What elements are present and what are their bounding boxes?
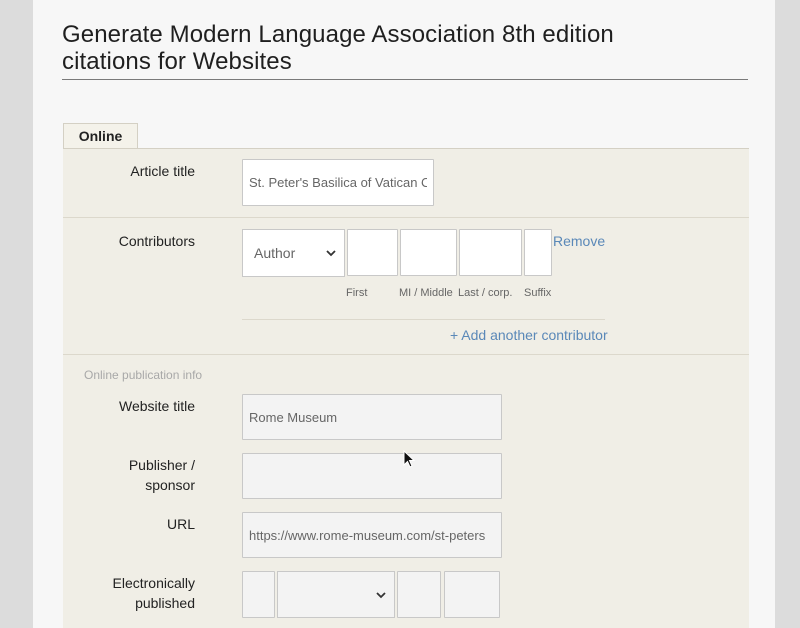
published-time-input[interactable] bbox=[444, 571, 500, 618]
url-label: URL bbox=[166, 516, 195, 532]
electronically-published-label: Electronically published bbox=[63, 573, 195, 613]
published-month-select[interactable] bbox=[277, 571, 395, 618]
publisher-label-line-2: sponsor bbox=[145, 477, 195, 493]
published-year-input[interactable] bbox=[397, 571, 441, 618]
url-input[interactable] bbox=[242, 512, 502, 558]
title-divider bbox=[62, 79, 748, 80]
middle-sublabel: MI / Middle bbox=[399, 287, 453, 299]
publisher-input[interactable] bbox=[242, 453, 502, 499]
add-contributor-link[interactable]: + Add another contributor bbox=[450, 327, 608, 343]
remove-contributor-link[interactable]: Remove bbox=[553, 233, 605, 249]
contributors-label: Contributors bbox=[118, 233, 195, 249]
published-day-input[interactable] bbox=[242, 571, 275, 618]
publisher-label: Publisher / sponsor bbox=[63, 455, 195, 495]
electronically-published-label-line-1: Electronically bbox=[112, 575, 195, 591]
contributor-divider bbox=[242, 319, 605, 320]
article-title-input[interactable] bbox=[242, 159, 434, 206]
first-sublabel: First bbox=[346, 287, 368, 299]
contributor-role-select[interactable]: Author bbox=[242, 229, 345, 277]
page-title: Generate Modern Language Association 8th… bbox=[62, 21, 752, 75]
mouse-pointer-icon bbox=[403, 450, 415, 468]
chevron-down-icon bbox=[326, 250, 336, 257]
page-title-line-1: Generate Modern Language Association 8th… bbox=[62, 21, 614, 48]
publication-info-caption: Online publication info bbox=[84, 368, 203, 382]
section-divider bbox=[63, 354, 749, 355]
tab-online[interactable]: Online bbox=[63, 123, 138, 149]
contributor-suffix-input[interactable] bbox=[524, 229, 552, 276]
section-divider bbox=[63, 217, 749, 218]
citation-page: Generate Modern Language Association 8th… bbox=[33, 0, 775, 628]
contributor-last-input[interactable] bbox=[459, 229, 522, 276]
suffix-sublabel: Suffix bbox=[524, 287, 552, 299]
chevron-down-icon bbox=[376, 591, 386, 598]
website-title-label: Website title bbox=[119, 398, 195, 414]
last-sublabel: Last / corp. bbox=[458, 287, 513, 299]
article-title-label: Article title bbox=[130, 163, 195, 179]
contributor-role-value: Author bbox=[254, 245, 296, 261]
publisher-label-line-1: Publisher / bbox=[128, 457, 195, 473]
website-title-input[interactable] bbox=[242, 394, 502, 440]
page-title-line-2: citations for Websites bbox=[62, 48, 292, 75]
contributor-first-input[interactable] bbox=[347, 229, 398, 276]
contributor-middle-input[interactable] bbox=[400, 229, 457, 276]
citation-form: Article title Contributors Author Remove… bbox=[63, 148, 749, 628]
electronically-published-label-line-2: published bbox=[135, 595, 195, 611]
